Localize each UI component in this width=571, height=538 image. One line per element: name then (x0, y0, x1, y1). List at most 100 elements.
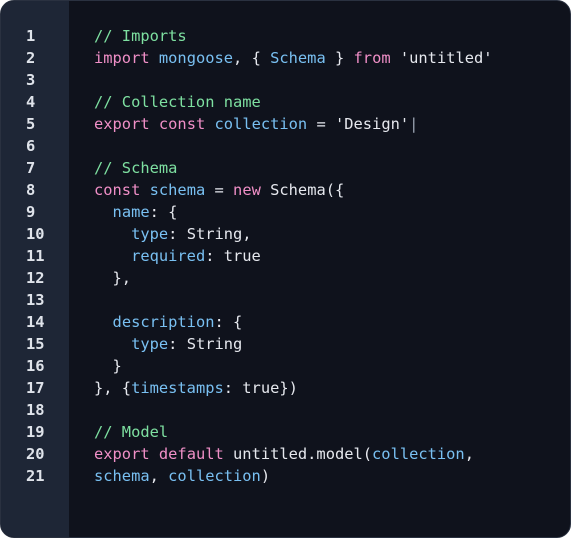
code-token-ident: timestamps (131, 379, 224, 397)
code-line[interactable]: 17 }, {timestamps: true}) (1, 377, 570, 399)
line-number: 5 (26, 115, 36, 133)
line-number: 3 (26, 71, 36, 89)
code-token-plain: ) (260, 467, 271, 485)
line-code: schema, collection) (94, 465, 270, 487)
line-code: type: String (94, 333, 242, 355)
line-code: type: String, (94, 223, 252, 245)
code-token-plain: : { (214, 313, 243, 331)
line-number: 16 (26, 357, 45, 375)
code-token-plain: untitled.model( (223, 445, 373, 463)
line-code: export default untitled.model(collection… (94, 443, 474, 465)
line-code: required: true (94, 245, 261, 267)
line-code: }, {timestamps: true}) (94, 377, 298, 399)
code-line[interactable]: 2 import mongoose, { Schema } from 'untit… (1, 47, 570, 69)
code-token-plain: }, (94, 269, 132, 287)
code-token-ident: Schema (270, 49, 326, 67)
code-token-ident: collection (168, 467, 261, 485)
code-line[interactable]: 18 (1, 399, 570, 421)
line-code: const schema = new Schema({ (94, 179, 344, 201)
code-line[interactable]: 4 // Collection name (1, 91, 570, 113)
line-number: 17 (26, 379, 45, 397)
code-token-ident: description (112, 313, 215, 331)
code-token-ident: mongoose (158, 49, 234, 67)
code-editor: 1 // Imports 2 import mongoose, { Schema } … (0, 0, 571, 538)
code-token-keyword: const (94, 181, 141, 199)
code-token-keyword: export (94, 445, 150, 463)
code-line[interactable]: 16 } (1, 355, 570, 377)
code-line[interactable]: 1 // Imports (1, 25, 570, 47)
line-code: }, (94, 267, 132, 289)
code-token-comment: // Imports (94, 27, 187, 45)
code-line[interactable]: 10 type: String, (1, 223, 570, 245)
code-line[interactable]: 13 (1, 289, 570, 311)
code-line[interactable]: 15 type: String (1, 333, 570, 355)
line-code: description: { (94, 311, 243, 333)
line-number: 21 (26, 467, 45, 485)
line-number: 6 (26, 137, 36, 155)
code-token-ident: name (112, 203, 150, 221)
line-number: 15 (26, 335, 45, 353)
line-code: } (94, 355, 122, 377)
line-number: 9 (26, 203, 36, 221)
code-token-ident: required (131, 247, 206, 265)
code-token-ident: schema (149, 181, 206, 199)
line-number: 7 (26, 159, 36, 177)
code-line[interactable]: 5 export const collection = 'Design'| (1, 113, 570, 135)
code-line[interactable]: 7 // Schema (1, 157, 570, 179)
code-token-plain: } (94, 357, 122, 375)
line-number: 19 (26, 423, 45, 441)
code-token-ident: schema (94, 467, 150, 485)
code-line[interactable]: 21 schema, collection) (1, 465, 570, 487)
code-line[interactable]: 9 name: { (1, 201, 570, 223)
line-number: 10 (26, 225, 45, 243)
line-number: 2 (26, 49, 36, 67)
line-code: // Collection name (94, 91, 261, 113)
code-token-ident: collection (214, 115, 308, 133)
line-number: 12 (26, 269, 45, 287)
code-token-plain: : { (149, 203, 178, 221)
line-number: 4 (26, 93, 36, 111)
code-lines[interactable]: 1 // Imports 2 import mongoose, { Schema } … (1, 25, 570, 487)
line-number: 14 (26, 313, 45, 331)
code-token-plain: } (325, 49, 354, 67)
code-token-keyword: default (158, 445, 224, 463)
line-code: export const collection = 'Design'| (94, 113, 418, 135)
line-code: // Model (94, 421, 168, 443)
code-line[interactable]: 20 export default untitled.model(collecti… (1, 443, 570, 465)
line-code: // Imports (94, 25, 187, 47)
code-token-plain: = (205, 181, 234, 199)
code-token-plain: }, { (94, 379, 132, 397)
code-line[interactable]: 3 (1, 69, 570, 91)
code-line[interactable]: 6 (1, 135, 570, 157)
code-token-comment: // Model (94, 423, 169, 441)
line-number: 20 (26, 445, 45, 463)
code-token-plain: Schema({ (260, 181, 345, 199)
code-token-plain: : true}) (223, 379, 298, 397)
line-code: import mongoose, { Schema } from 'untitl… (94, 47, 493, 69)
code-token-comment: // Collection name (94, 93, 261, 111)
code-token-ident: type (131, 225, 169, 243)
line-number: 8 (26, 181, 36, 199)
code-token-plain: : String (168, 335, 243, 353)
code-line[interactable]: 8 const schema = new Schema({ (1, 179, 570, 201)
code-token-keyword: from (353, 49, 391, 67)
code-token-plain: , { (233, 49, 271, 67)
code-line[interactable]: 12 }, (1, 267, 570, 289)
code-line[interactable]: 11 required: true (1, 245, 570, 267)
code-line[interactable]: 14 description: { (1, 311, 570, 333)
line-number: 11 (26, 247, 45, 265)
code-token-keyword: const (158, 115, 206, 133)
code-token-keyword: import (94, 49, 150, 67)
code-line[interactable]: 19 // Model (1, 421, 570, 443)
code-token-ident: collection (372, 445, 465, 463)
code-token-plain: , (149, 467, 169, 485)
line-code: // Schema (94, 157, 177, 179)
code-token-plain: : String, (168, 225, 252, 243)
